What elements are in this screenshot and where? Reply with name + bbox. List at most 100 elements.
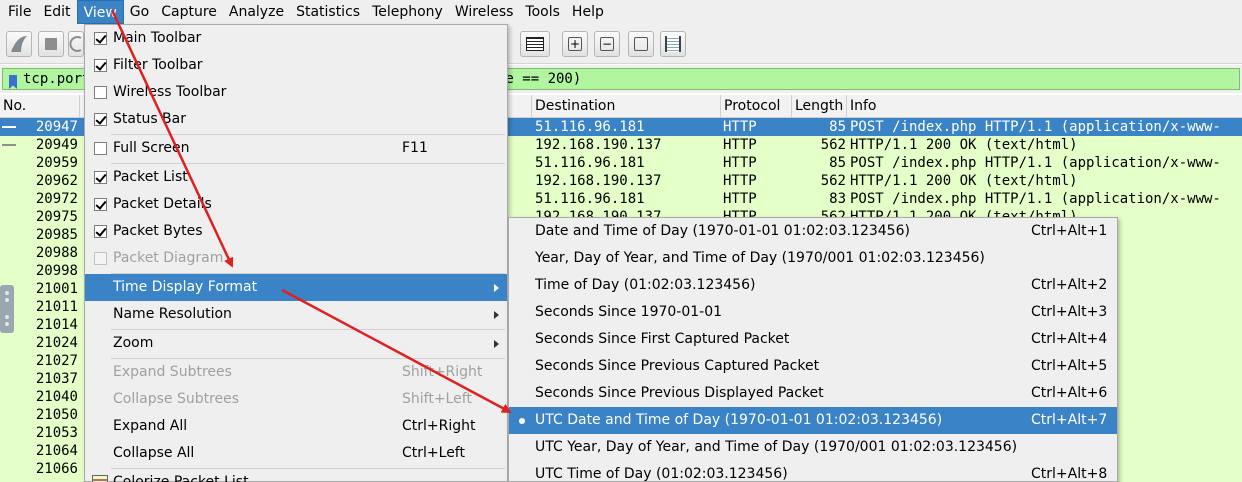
checkbox-filter-toolbar[interactable] [94, 59, 107, 72]
time-format-label: Year, Day of Year, and Time of Day (1970… [535, 250, 985, 266]
view-time-display-format[interactable]: Time Display Format [85, 274, 507, 301]
packet-info: HTTP/1.1 200 OK (text/html) [850, 173, 1078, 189]
time-format-label: UTC Date and Time of Day (1970-01-01 01:… [535, 412, 943, 428]
checkbox-status-bar[interactable] [94, 113, 107, 126]
column-info[interactable]: Info [847, 95, 1242, 118]
time-format-option[interactable]: Seconds Since 1970-01-01 Ctrl+Alt+3 [509, 299, 1117, 326]
packet-no: 20988 [35, 245, 78, 261]
column-protocol[interactable]: Protocol [721, 95, 792, 118]
checkbox-packet-list[interactable] [94, 171, 107, 184]
time-format-label: Time of Day (01:02:03.123456) [535, 277, 756, 293]
view-packet-details[interactable]: Packet Details [85, 191, 507, 218]
time-format-label: Seconds Since 1970-01-01 [535, 304, 723, 320]
checkbox-main-toolbar[interactable] [94, 32, 107, 45]
menu-tools[interactable]: Tools [519, 0, 566, 24]
menu-help[interactable]: Help [566, 0, 610, 24]
packet-destination: 192.168.190.137 [535, 137, 662, 153]
related-packet-arrow-icon [2, 144, 16, 146]
packet-no: 20985 [35, 227, 78, 243]
menu-telephony[interactable]: Telephony [366, 0, 449, 24]
packet-length: 85 [829, 119, 846, 135]
view-main-toolbar[interactable]: Main Toolbar [85, 25, 507, 52]
checkbox-packet-bytes[interactable] [94, 225, 107, 238]
time-format-shortcut: Ctrl+Alt+8 [1031, 466, 1108, 482]
menu-wireless[interactable]: Wireless [449, 0, 520, 24]
view-collapse-subtrees: Collapse Subtrees Shift+Left [113, 391, 472, 407]
checkbox-packet-details[interactable] [94, 198, 107, 211]
column-destination[interactable]: Destination [532, 95, 721, 118]
resize-columns-button[interactable] [660, 31, 686, 57]
menu-file[interactable]: File [2, 0, 37, 24]
packet-length: 562 [820, 173, 846, 189]
packet-info: POST /index.php HTTP/1.1 (application/x-… [850, 155, 1221, 171]
start-capture-button[interactable] [6, 31, 32, 57]
checkbox-full-screen[interactable] [94, 142, 107, 155]
normal-size-button[interactable] [628, 31, 654, 57]
view-zoom[interactable]: Zoom [85, 330, 507, 357]
packet-no: 21050 [35, 407, 78, 423]
stop-capture-button[interactable] [38, 31, 64, 57]
checkbox-wireless-toolbar[interactable] [94, 86, 107, 99]
packet-length: 562 [820, 137, 846, 153]
menu-go[interactable]: Go [124, 0, 155, 24]
packet-length: 85 [829, 155, 846, 171]
time-format-option[interactable]: Time of Day (01:02:03.123456) Ctrl+Alt+2 [509, 272, 1117, 299]
time-format-option[interactable]: Date and Time of Day (1970-01-01 01:02:0… [509, 218, 1117, 245]
restart-capture-button[interactable] [68, 31, 84, 57]
zoom-in-icon: + [568, 37, 582, 51]
time-format-option[interactable]: Seconds Since Previous Captured Packet Ct… [509, 353, 1117, 380]
view-filter-toolbar[interactable]: Filter Toolbar [85, 52, 507, 79]
view-packet-diagram: Packet Diagram [85, 245, 507, 272]
bookmark-icon[interactable] [9, 75, 17, 89]
time-format-option[interactable]: Year, Day of Year, and Time of Day (1970… [509, 245, 1117, 272]
colorize-icon [92, 475, 108, 482]
time-format-label: UTC Year, Day of Year, and Time of Day (… [535, 439, 1018, 455]
packet-no: 21024 [35, 335, 78, 351]
colorize-button[interactable] [520, 31, 550, 57]
view-name-resolution[interactable]: Name Resolution [85, 301, 507, 328]
view-collapse-all[interactable]: Collapse All Ctrl+Left [85, 440, 507, 467]
column-no[interactable]: No. [0, 95, 80, 118]
packet-info: POST /index.php HTTP/1.1 (application/x-… [850, 191, 1221, 207]
packet-protocol: HTTP [723, 155, 757, 171]
view-status-bar[interactable]: Status Bar [85, 106, 507, 133]
view-full-screen[interactable]: Full Screen F11 [85, 135, 507, 162]
view-expand-subtrees: Expand Subtrees Shift+Right [113, 364, 483, 380]
packet-info: HTTP/1.1 200 OK (text/html) [850, 137, 1078, 153]
menu-bar: File Edit View Go Capture Analyze Statis… [0, 0, 1242, 24]
restart-icon [69, 36, 82, 52]
menu-statistics[interactable]: Statistics [290, 0, 366, 24]
column-length[interactable]: Length [792, 95, 847, 118]
view-expand-all[interactable]: Expand All Ctrl+Right [85, 413, 507, 440]
view-colorize-packet-list[interactable]: Colorize Packet List [85, 469, 507, 482]
packet-no: 21037 [35, 371, 78, 387]
time-format-shortcut: Ctrl+Alt+2 [1031, 277, 1108, 293]
sidebar-handle[interactable] [0, 285, 14, 333]
menu-capture[interactable]: Capture [155, 0, 223, 24]
menu-edit[interactable]: Edit [37, 0, 76, 24]
time-format-option[interactable]: UTC Date and Time of Day (1970-01-01 01:… [509, 407, 1117, 434]
packet-no: 20975 [35, 209, 78, 225]
time-format-option[interactable]: Seconds Since First Captured Packet Ctrl+… [509, 326, 1117, 353]
zoom-in-button[interactable]: + [562, 31, 588, 57]
time-format-label: UTC Time of Day (01:02:03.123456) [535, 466, 788, 482]
resize-columns-icon [665, 36, 681, 52]
zoom-out-button[interactable]: − [594, 31, 620, 57]
colorize-icon [526, 37, 544, 51]
checkbox-packet-diagram [94, 252, 107, 265]
view-wireless-toolbar[interactable]: Wireless Toolbar [85, 79, 507, 106]
packet-no: 21066 [35, 461, 78, 477]
time-format-option[interactable]: UTC Year, Day of Year, and Time of Day (… [509, 434, 1117, 461]
radio-selected-icon [519, 418, 525, 424]
view-packet-list[interactable]: Packet List [85, 164, 507, 191]
zoom-out-icon: − [600, 37, 614, 51]
packet-length: 83 [829, 191, 846, 207]
time-format-label: Seconds Since Previous Displayed Packet [535, 385, 824, 401]
menu-analyze[interactable]: Analyze [223, 0, 290, 24]
time-format-option[interactable]: Seconds Since Previous Displayed Packet C… [509, 380, 1117, 407]
packet-protocol: HTTP [723, 137, 757, 153]
time-format-option[interactable]: UTC Time of Day (01:02:03.123456) Ctrl+Al… [509, 461, 1117, 482]
packet-no: 20972 [35, 191, 78, 207]
view-packet-bytes[interactable]: Packet Bytes [85, 218, 507, 245]
menu-view[interactable]: View [76, 0, 124, 24]
